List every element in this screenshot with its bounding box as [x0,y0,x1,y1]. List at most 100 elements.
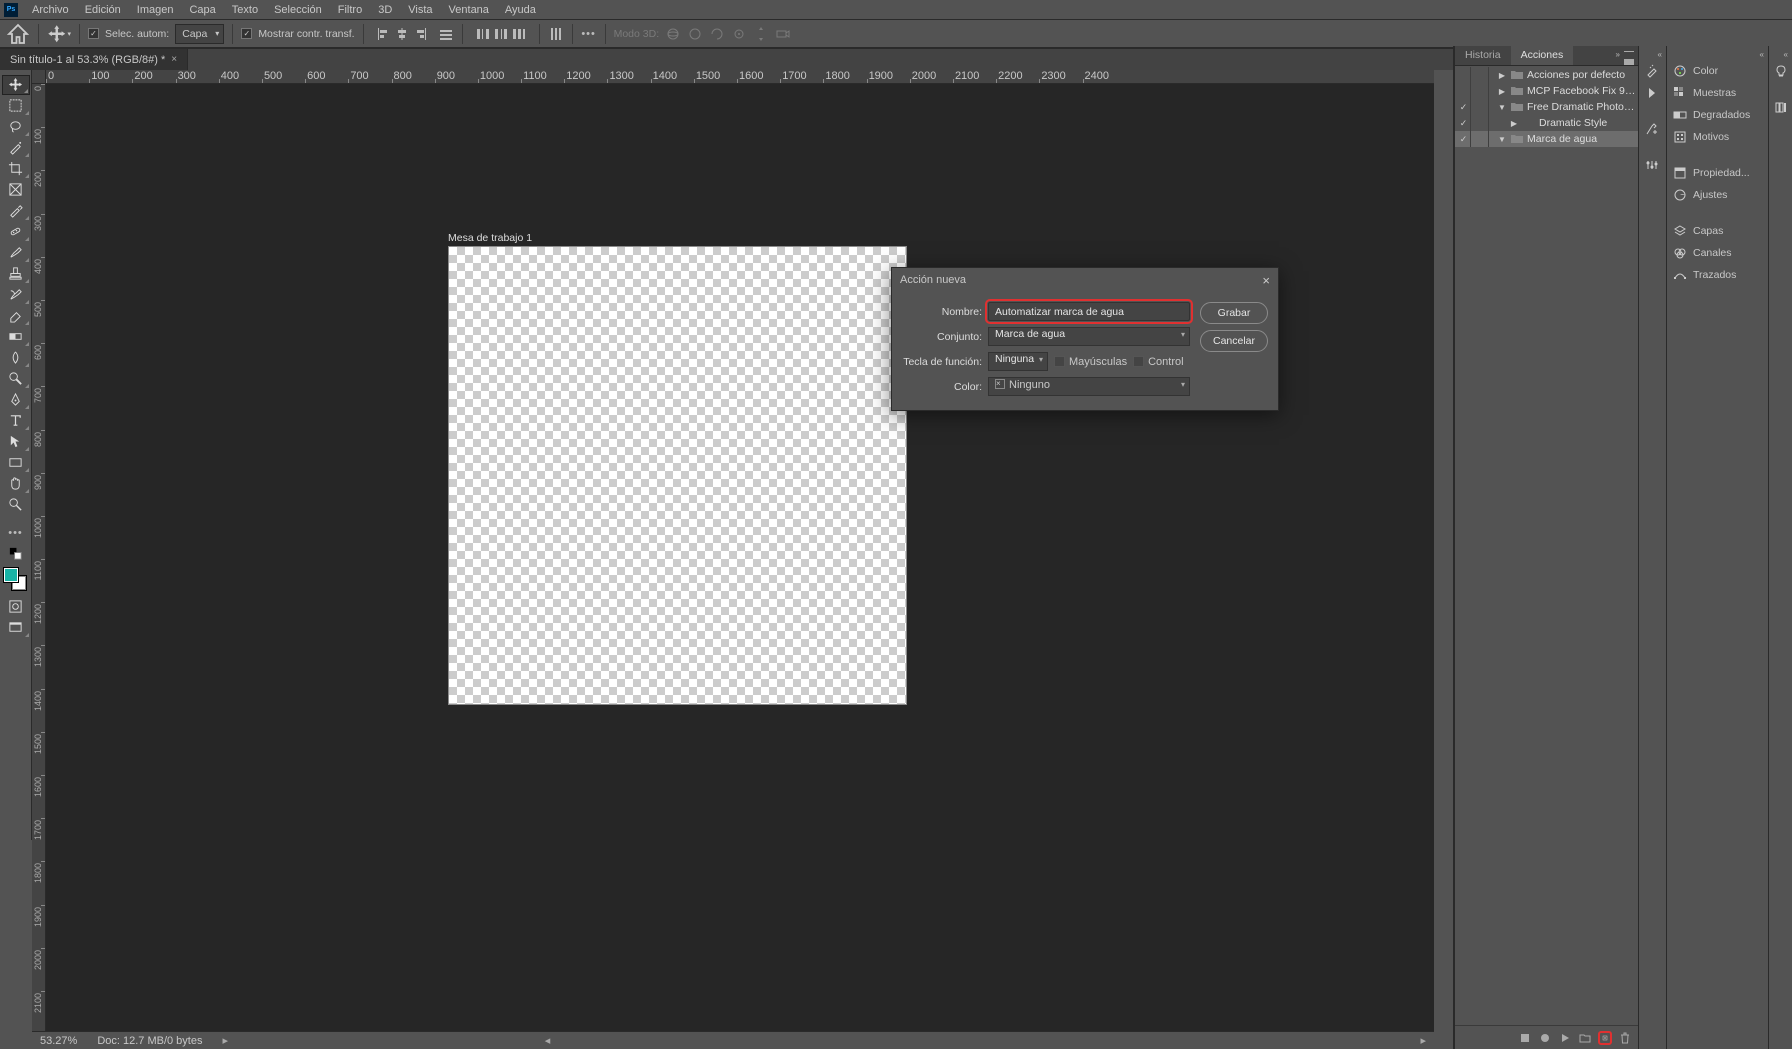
eyedropper-tool[interactable] [2,201,30,221]
rail-propiedades[interactable]: Propiedad... [1667,162,1768,184]
align-more-icon[interactable] [438,26,454,42]
close-icon[interactable]: × [1262,273,1270,288]
distribute-v3-icon[interactable] [511,26,527,42]
toggle-check[interactable] [1457,67,1471,83]
wand-tool[interactable] [2,138,30,158]
rail-color[interactable]: Color [1667,60,1768,82]
toggle-check[interactable] [1457,83,1471,99]
distribute-v1-icon[interactable] [475,26,491,42]
rail-canales[interactable]: Canales [1667,242,1768,264]
blur-tool[interactable] [2,348,30,368]
distribute-v2-icon[interactable] [493,26,509,42]
twisty-icon[interactable]: ▶ [1509,119,1519,128]
auto-select-checkbox[interactable]: ✓ [88,28,99,39]
frame-tool[interactable] [2,180,30,200]
scroll-left-icon[interactable]: ◂ [545,1034,551,1047]
twisty-icon[interactable]: ▶ [1497,87,1507,96]
play-icon[interactable] [1558,1031,1572,1045]
toggle-check[interactable]: ✓ [1457,99,1471,115]
rectangle-tool[interactable] [2,453,30,473]
document-tab[interactable]: Sin título-1 al 53.3% (RGB/8#) * × [0,49,188,71]
control-check[interactable]: Control [1133,356,1183,368]
close-tab-icon[interactable]: × [171,54,177,65]
move-tool-icon[interactable]: ▾ [47,22,71,46]
menu-seleccion[interactable]: Selección [266,0,330,20]
twisty-icon[interactable]: ▼ [1497,135,1507,144]
options-overflow-icon[interactable]: ••• [581,26,597,42]
orbit-icon[interactable] [665,26,681,42]
toggle-dialog[interactable] [1475,83,1489,99]
twisty-icon[interactable]: ▼ [1497,103,1507,112]
rail-brush-settings-icon[interactable] [1639,60,1666,82]
heal-tool[interactable] [2,222,30,242]
distribute-more-icon[interactable] [548,26,564,42]
folder-icon[interactable] [1578,1031,1592,1045]
pan-icon[interactable] [687,26,703,42]
scroll-right-icon[interactable]: ▸ [1420,1034,1426,1047]
toggle-dialog[interactable] [1475,67,1489,83]
rail-muestras[interactable]: Muestras [1667,82,1768,104]
screen-mode-icon[interactable] [2,618,30,638]
home-button[interactable] [6,22,30,46]
new-action-icon[interactable] [1598,1031,1612,1045]
rail-capas[interactable]: Capas [1667,220,1768,242]
history-brush-tool[interactable] [2,285,30,305]
eraser-tool[interactable] [2,306,30,326]
rail-expand-icon-2[interactable]: « [1667,50,1768,60]
dialog-titlebar[interactable]: Acción nueva × [892,268,1278,292]
action-row[interactable]: ✓▶Dramatic Style [1455,115,1638,131]
rail-expand-icon[interactable]: « [1639,50,1666,60]
fg-color[interactable] [4,568,18,582]
menu-capa[interactable]: Capa [181,0,223,20]
marquee-tool[interactable] [2,96,30,116]
fkey-select[interactable]: Ninguna [988,352,1048,371]
menu-imagen[interactable]: Imagen [129,0,182,20]
slide-icon[interactable] [731,26,747,42]
action-row[interactable]: ✓▼Marca de agua [1455,131,1638,147]
scale-icon[interactable] [753,26,769,42]
panel-menu-icon[interactable] [1624,51,1634,59]
rail-ajustes[interactable]: Ajustes [1667,184,1768,206]
brush-tool[interactable] [2,243,30,263]
color-select[interactable]: ×Ninguno [988,377,1190,396]
align-left-icon[interactable] [376,26,392,42]
rail-adjustments-icon[interactable] [1639,154,1666,176]
menu-archivo[interactable]: Archivo [24,0,77,20]
record-icon[interactable] [1538,1031,1552,1045]
auto-select-target[interactable]: Capa [175,24,224,44]
move-tool[interactable] [2,75,30,95]
set-select[interactable]: Marca de agua [988,327,1190,346]
artboard[interactable] [448,246,907,705]
actions-tree[interactable]: ▶Acciones por defecto▶MCP Facebook Fix 9… [1455,66,1638,546]
rail-brushes-icon[interactable] [1639,82,1666,104]
name-input[interactable] [988,302,1190,321]
crop-tool[interactable] [2,159,30,179]
rail-trazados[interactable]: Trazados [1667,264,1768,286]
toggle-check[interactable]: ✓ [1457,131,1471,147]
rail-lightbulb-icon[interactable] [1769,60,1792,82]
menu-3d[interactable]: 3D [370,0,400,20]
canvas-area[interactable]: 0100200300400500600700800900100011001200… [32,70,1434,1031]
color-swatches[interactable] [2,568,30,596]
toggle-dialog[interactable] [1475,99,1489,115]
type-tool[interactable] [2,411,30,431]
twisty-icon[interactable]: ▶ [1497,71,1507,80]
menu-filtro[interactable]: Filtro [330,0,370,20]
dodge-tool[interactable] [2,369,30,389]
rail-expand-icon-3[interactable]: « [1769,50,1792,60]
tab-acciones[interactable]: Acciones [1511,45,1574,65]
zoom-value[interactable]: 53.27% [40,1035,77,1047]
action-row[interactable]: ✓▼Free Dramatic Photoshop ... [1455,99,1638,115]
grabar-button[interactable]: Grabar [1200,302,1268,324]
rail-degradados[interactable]: Degradados [1667,104,1768,126]
rail-clone-source-icon[interactable] [1639,118,1666,140]
tab-historia[interactable]: Historia [1455,45,1511,65]
menu-edicion[interactable]: Edición [77,0,129,20]
menu-ayuda[interactable]: Ayuda [497,0,544,20]
stamp-tool[interactable] [2,264,30,284]
zoom-tool[interactable] [2,495,30,515]
menu-texto[interactable]: Texto [224,0,266,20]
doc-info[interactable]: Doc: 12.7 MB/0 bytes [97,1035,202,1047]
stop-icon[interactable] [1518,1031,1532,1045]
rail-libraries-icon[interactable] [1769,96,1792,118]
